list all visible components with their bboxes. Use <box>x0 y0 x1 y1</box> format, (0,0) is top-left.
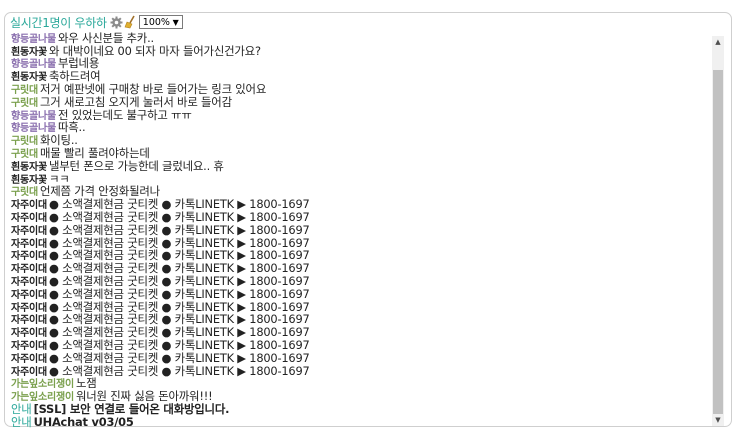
chat-message: 흰동자꽃 낼부턴 폰으로 가능한데 글렀네요.. 휴 <box>11 158 701 173</box>
broom-icon[interactable] <box>124 15 136 29</box>
zoom-value: 100% <box>142 16 170 28</box>
message-nick[interactable]: 구릿대 <box>11 149 38 160</box>
message-nick[interactable]: 자주이대 <box>11 303 47 314</box>
message-nick[interactable]: 구릿대 <box>11 98 38 109</box>
message-nick[interactable]: 안내 <box>11 402 32 416</box>
scroll-down-icon[interactable]: ▼ <box>712 414 724 426</box>
message-nick[interactable]: 흰동자꽃 <box>11 47 47 58</box>
message-nick[interactable]: 자주이대 <box>11 239 47 250</box>
message-nick[interactable]: 자주이대 <box>11 213 47 224</box>
chevron-down-icon: ▼ <box>172 17 179 27</box>
scrollbar[interactable]: ▲ ▼ <box>712 36 724 426</box>
gear-icon[interactable] <box>110 16 123 29</box>
chat-message: 향등골나물 따흑.. <box>11 121 701 134</box>
message-nick[interactable]: 자주이대 <box>11 226 47 237</box>
message-nick[interactable]: 자주이대 <box>11 354 47 365</box>
chat-message: 안내 UHAchat v03/05 <box>11 414 701 428</box>
message-text: UHAchat v03/05 <box>33 414 134 428</box>
message-nick[interactable]: 안내 <box>11 415 32 428</box>
message-nick[interactable]: 자주이대 <box>11 264 47 275</box>
message-nick[interactable]: 자주이대 <box>11 367 47 378</box>
message-nick[interactable]: 자주이대 <box>11 341 47 352</box>
message-nick[interactable]: 자주이대 <box>11 290 47 301</box>
chat-message: 자주이대 ● 소액결제현금 굿티켓 ● 카톡LINETK ▶ 1800-1697 <box>11 364 701 378</box>
message-nick[interactable]: 가는잎소리쟁이 <box>11 379 74 390</box>
message-nick[interactable]: 구릿대 <box>11 85 38 96</box>
scroll-up-icon[interactable]: ▲ <box>712 36 724 48</box>
message-text: 낼부턴 폰으로 가능한데 글렀네요.. 휴 <box>49 158 224 173</box>
chat-header: 실시간1명이 우하하 100% ▼ <box>10 13 183 31</box>
message-nick[interactable]: 구릿대 <box>11 136 38 147</box>
message-nick[interactable]: 흰동자꽃 <box>11 162 47 173</box>
chat-message: 흰동자꽃 와 대박이네요 00 되자 마자 들어가신건가요? <box>11 44 701 58</box>
message-nick[interactable]: 자주이대 <box>11 251 47 262</box>
message-nick[interactable]: 자주이대 <box>11 200 47 211</box>
message-nick[interactable]: 구릿대 <box>11 187 38 198</box>
room-title: 실시간1명이 우하하 <box>10 15 107 30</box>
chat-message: 향등골나물 전 있었는데도 불구하고 ㅠㅠ <box>11 108 701 122</box>
chat-message: 향등골나물 부럽네용 <box>11 57 701 70</box>
message-nick[interactable]: 자주이대 <box>11 277 47 288</box>
message-nick[interactable]: 향등골나물 <box>11 111 56 122</box>
scroll-thumb[interactable] <box>713 70 723 414</box>
zoom-select[interactable]: 100% ▼ <box>138 15 183 29</box>
message-nick[interactable]: 자주이대 <box>11 328 47 339</box>
message-nick[interactable]: 자주이대 <box>11 315 47 326</box>
message-list: 향등골나물 와우 사신분들 추카.. 흰동자꽃 와 대박이네요 00 되자 마자 들어… <box>11 26 701 428</box>
